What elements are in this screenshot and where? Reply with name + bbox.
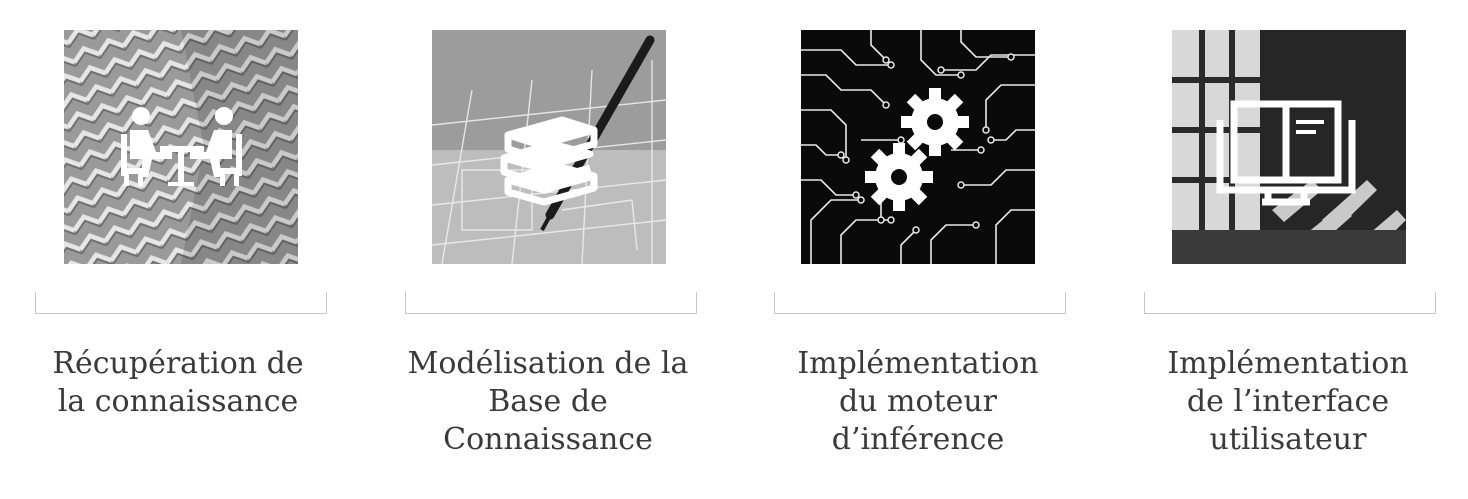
step-knowledge-acquisition: Récupération de la connaissance bbox=[28, 0, 328, 499]
process-diagram: Récupération de la connaissance Modélisa… bbox=[0, 0, 1468, 499]
step-label: Implémentation du moteur d’inférence bbox=[797, 346, 1039, 457]
step-inference-engine: Implémentation du moteur d’inférence bbox=[768, 0, 1068, 499]
step-bracket bbox=[35, 292, 327, 314]
step-image-circuit bbox=[801, 30, 1035, 264]
gears-icon bbox=[865, 88, 969, 211]
step-image-blueprint bbox=[432, 30, 666, 264]
step-image-window bbox=[1172, 30, 1406, 264]
books-icon bbox=[500, 116, 598, 206]
step-image-pattern bbox=[64, 30, 298, 264]
meeting-icon bbox=[121, 107, 242, 186]
step-label: Modélisation de la Base de Connaissance bbox=[407, 346, 689, 457]
step-knowledge-base-modeling: Modélisation de la Base de Connaissance bbox=[398, 0, 698, 499]
step-label: Implémentation de l’interface utilisateu… bbox=[1167, 346, 1409, 457]
step-bracket bbox=[1144, 292, 1436, 314]
step-bracket bbox=[774, 292, 1066, 314]
step-label: Récupération de la connaissance bbox=[52, 346, 304, 419]
step-bracket bbox=[405, 292, 697, 314]
step-user-interface: Implémentation de l’interface utilisateu… bbox=[1138, 0, 1438, 499]
interface-window-icon bbox=[1216, 100, 1356, 206]
